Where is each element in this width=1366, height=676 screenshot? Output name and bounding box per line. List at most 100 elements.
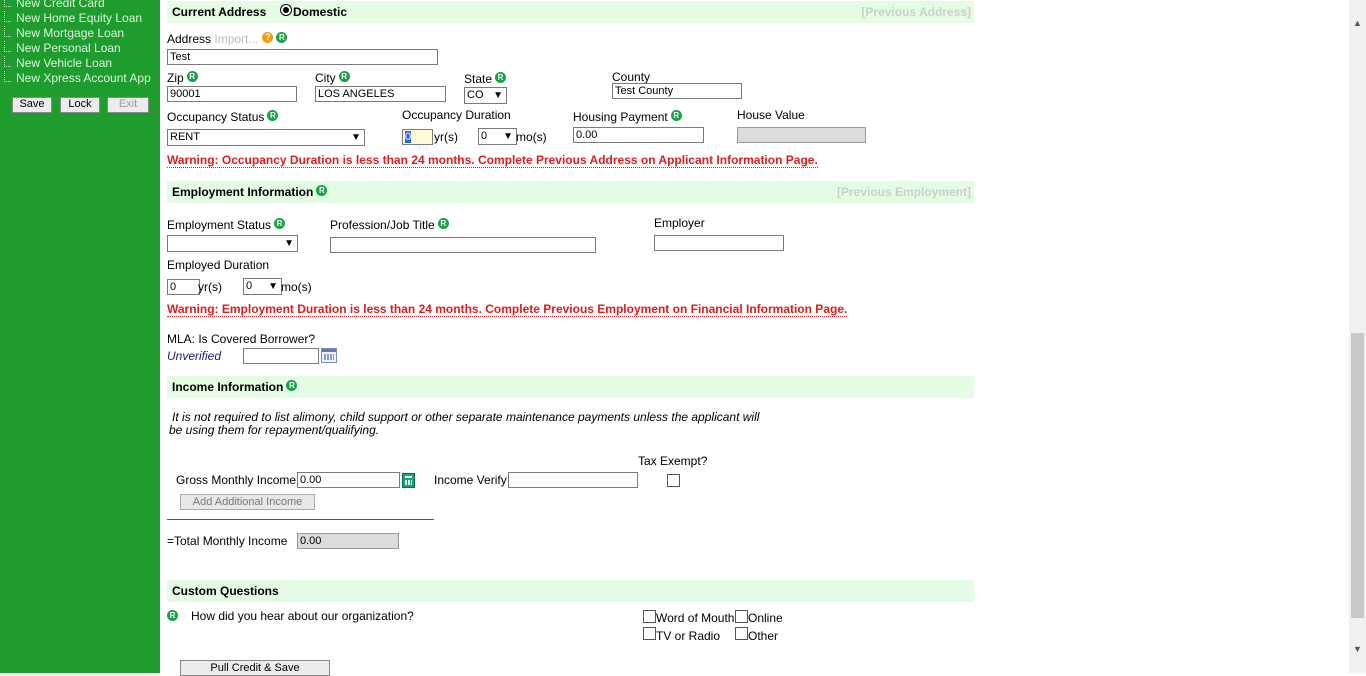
total-income-label: =Total Monthly Income	[167, 534, 288, 548]
required-icon: R	[276, 32, 288, 43]
chevron-down-icon: ▼	[503, 131, 513, 142]
employed-duration-label: Employed Duration	[167, 258, 270, 272]
sidebar-item-new-xpress-account-app[interactable]: New Xpress Account App	[4, 71, 151, 85]
word-of-mouth-checkbox[interactable]	[643, 610, 656, 623]
employer-input[interactable]	[654, 235, 784, 251]
sidebar-item-label: New Vehicle Loan	[16, 56, 113, 70]
tax-exempt-label: Tax Exempt?	[638, 454, 708, 468]
county-input[interactable]: Test County	[612, 83, 742, 99]
section-title: Income Information R	[172, 380, 298, 394]
custom-question-text: How did you hear about our organization?	[191, 609, 414, 623]
housing-payment-input[interactable]: 0.00	[573, 127, 704, 143]
required-icon: R	[286, 380, 298, 391]
months-unit-label: mo(s)	[516, 130, 547, 144]
exit-button[interactable]: Exit	[107, 97, 149, 113]
occupancy-years-input[interactable]: 0	[402, 129, 433, 145]
other-label: Other	[748, 629, 779, 643]
profession-input[interactable]	[330, 237, 596, 253]
sidebar: New Credit Card New Home Equity Loan New…	[0, 0, 160, 673]
employed-years-input[interactable]: 0	[167, 279, 200, 295]
occupancy-warning: Warning: Occupancy Duration is less than…	[167, 153, 818, 168]
profession-label: Profession/Job Title R	[330, 218, 449, 232]
chevron-down-icon: ▼	[284, 238, 294, 249]
required-icon: R	[495, 72, 507, 83]
add-additional-income-button[interactable]: Add Additional Income	[180, 494, 315, 510]
sidebar-item-label: New Mortgage Loan	[16, 26, 125, 40]
required-icon: R	[338, 71, 350, 82]
previous-employment-link[interactable]: [Previous Employment]	[837, 185, 971, 199]
lock-button[interactable]: Lock	[60, 97, 100, 113]
required-icon: R	[316, 185, 328, 196]
gross-income-input[interactable]: 0.00	[297, 472, 400, 488]
import-link[interactable]: Import...	[214, 32, 258, 46]
required-icon: R	[670, 110, 682, 121]
required-icon: R	[186, 71, 198, 82]
section-title: Custom Questions	[172, 584, 279, 598]
employment-warning: Warning: Employment Duration is less tha…	[167, 302, 848, 317]
scrollbar-thumb[interactable]	[1351, 333, 1364, 618]
mla-label: MLA: Is Covered Borrower?	[167, 332, 316, 346]
employed-months-select[interactable]: 0 ▼	[243, 278, 282, 295]
house-value-label: House Value	[737, 108, 805, 122]
years-unit-label: yr(s)	[434, 130, 458, 144]
section-title: Current Address	[172, 5, 267, 19]
calculator-icon[interactable]	[402, 473, 415, 488]
city-input[interactable]: LOS ANGELES	[315, 86, 446, 102]
employment-status-label: Employment Status R	[167, 218, 286, 232]
scroll-up-icon[interactable]: ▲	[1353, 18, 1362, 28]
tv-or-radio-label: TV or Radio	[656, 629, 721, 643]
sidebar-item-new-home-equity-loan[interactable]: New Home Equity Loan	[4, 11, 142, 25]
other-checkbox[interactable]	[735, 627, 748, 640]
total-income-input: 0.00	[297, 533, 399, 549]
city-label: City R	[315, 71, 350, 85]
current-address-header: Current Address Domestic [Previous Addre…	[167, 1, 974, 23]
occupancy-status-select[interactable]: RENT ▼	[167, 129, 365, 146]
online-checkbox[interactable]	[735, 610, 748, 623]
help-icon[interactable]: ?	[262, 32, 274, 43]
chevron-down-icon: ▼	[268, 281, 278, 292]
zip-label: Zip R	[167, 71, 198, 85]
occupancy-months-select[interactable]: 0 ▼	[478, 128, 517, 145]
housing-payment-label: Housing Payment R	[573, 110, 682, 124]
mla-date-input[interactable]	[243, 348, 319, 364]
required-icon: R	[267, 110, 279, 121]
domestic-radio[interactable]	[280, 4, 292, 16]
chevron-down-icon: ▼	[351, 132, 361, 143]
sidebar-item-new-vehicle-loan[interactable]: New Vehicle Loan	[4, 56, 112, 70]
word-of-mouth-label: Word of Mouth	[656, 611, 735, 625]
sidebar-item-label: New Home Equity Loan	[16, 11, 143, 25]
domestic-radio-label: Domestic	[293, 5, 348, 19]
zip-input[interactable]: 90001	[167, 86, 297, 102]
occupancy-duration-label: Occupancy Duration	[402, 108, 511, 122]
custom-questions-header: Custom Questions	[167, 580, 974, 602]
sidebar-item-new-mortgage-loan[interactable]: New Mortgage Loan	[4, 26, 124, 40]
income-note-line1: It is not required to list alimony, chil…	[172, 410, 760, 424]
sidebar-item-label: New Personal Loan	[16, 41, 121, 55]
state-label: State R	[464, 72, 507, 86]
employment-header: Employment Information R [Previous Employ…	[167, 181, 974, 203]
occupancy-status-label: Occupancy Status R	[167, 110, 279, 124]
employer-label: Employer	[654, 216, 705, 230]
address-input[interactable]: Test	[167, 49, 438, 65]
save-button[interactable]: Save	[12, 97, 52, 113]
income-verify-input[interactable]	[508, 472, 638, 488]
calendar-icon[interactable]	[321, 348, 337, 363]
section-title: Employment Information R	[172, 185, 328, 199]
sidebar-item-new-credit-card[interactable]: New Credit Card	[4, 0, 105, 10]
employment-status-select[interactable]: ▼	[167, 235, 298, 252]
tv-or-radio-checkbox[interactable]	[643, 627, 656, 640]
previous-address-link[interactable]: [Previous Address]	[861, 5, 971, 19]
required-icon: R	[167, 610, 178, 621]
tax-exempt-checkbox[interactable]	[667, 474, 680, 487]
online-label: Online	[748, 611, 783, 625]
pull-credit-save-button[interactable]: Pull Credit & Save	[180, 660, 330, 676]
state-select[interactable]: CO ▼	[464, 87, 507, 104]
income-note-line2: be using them for repayment/qualifying.	[169, 423, 380, 437]
income-verify-label: Income Verify	[434, 473, 507, 487]
scroll-down-icon[interactable]: ▼	[1353, 644, 1362, 654]
mla-status: Unverified	[167, 349, 222, 363]
sidebar-item-label: New Xpress Account App	[16, 71, 151, 85]
sidebar-item-new-personal-loan[interactable]: New Personal Loan	[4, 41, 121, 55]
divider	[167, 519, 434, 520]
chevron-down-icon: ▼	[493, 90, 503, 101]
